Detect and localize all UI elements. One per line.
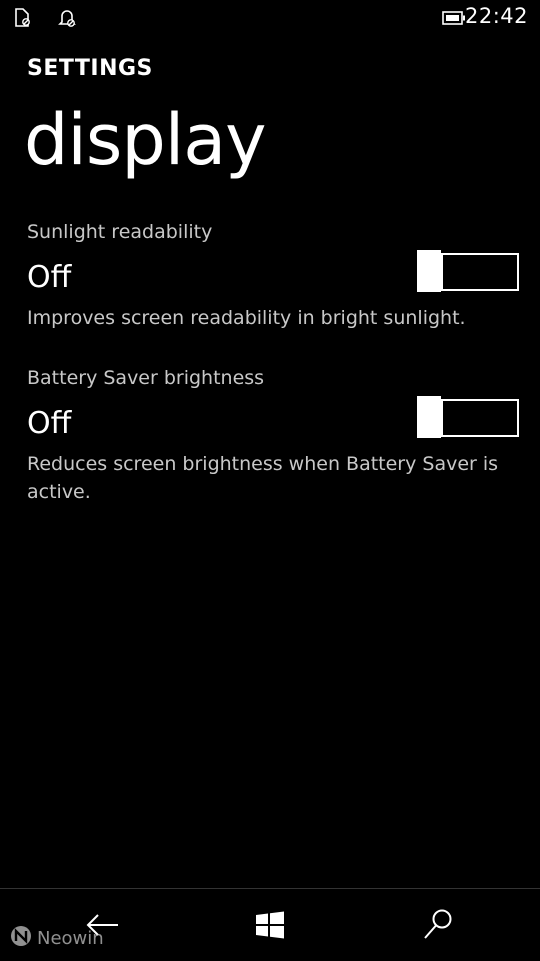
sunlight-readability-toggle[interactable] — [417, 250, 519, 292]
search-icon — [414, 903, 462, 947]
toggle-thumb[interactable] — [417, 250, 441, 292]
app-name: SETTINGS — [27, 56, 153, 81]
toggle-track — [441, 253, 519, 291]
windows-icon — [246, 903, 294, 947]
status-clock: 22:42 — [464, 4, 528, 28]
search-button[interactable] — [414, 903, 462, 947]
neowin-logo-icon — [10, 925, 32, 951]
battery-icon — [442, 10, 466, 29]
toggle-track — [441, 399, 519, 437]
setting-sunlight-readability: Sunlight readability Off Improves screen… — [27, 218, 519, 332]
start-button[interactable] — [246, 903, 294, 947]
setting-description: Reduces screen brightness when Battery S… — [27, 453, 499, 503]
watermark-text: Neowin — [37, 927, 104, 949]
setting-battery-saver-brightness: Battery Saver brightness Off Reduces scr… — [27, 364, 519, 506]
neowin-watermark: Neowin — [10, 925, 104, 951]
setting-label: Sunlight readability — [27, 221, 213, 243]
status-bar: 22:42 — [0, 0, 540, 36]
battery-saver-brightness-toggle[interactable] — [417, 396, 519, 438]
document-status-icon — [14, 8, 32, 28]
notification-status-icon — [58, 8, 76, 28]
toggle-thumb[interactable] — [417, 396, 441, 438]
page-title: display — [24, 99, 267, 181]
setting-label: Battery Saver brightness — [27, 367, 265, 389]
setting-description: Improves screen readability in bright su… — [27, 307, 466, 329]
